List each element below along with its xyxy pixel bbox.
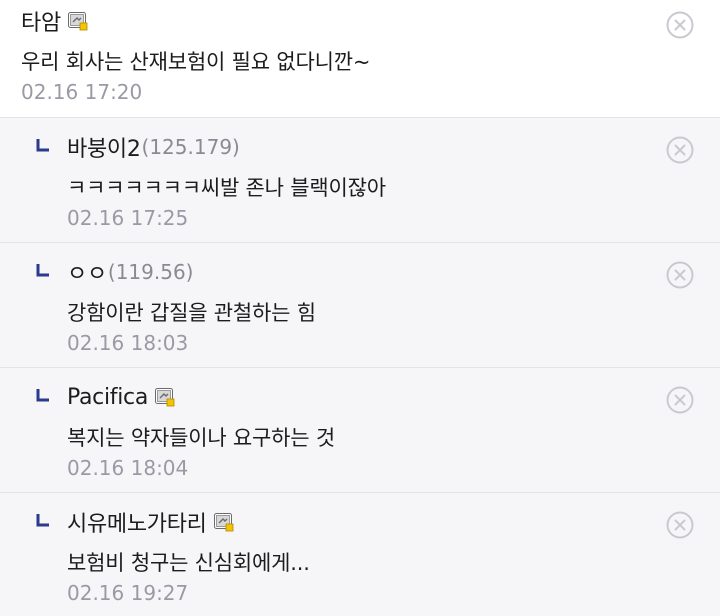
comment-header: ㅇㅇ (119.56) (67, 257, 193, 287)
comment-text: 복지는 약자들이나 요구하는 것 (67, 426, 335, 450)
comment-nickname[interactable]: 바붕이2 (67, 131, 141, 163)
comment-nickname[interactable]: Pacifica (67, 385, 148, 410)
reply-arrow-icon (36, 513, 50, 527)
reply-item: 시유메노가타리 보험비 청구는 신심회에게... 02.16 19:27 (0, 493, 720, 616)
reply-arrow-icon (36, 388, 50, 402)
comment-nickname[interactable]: 시유메노가타리 (67, 506, 207, 538)
fixed-nick-badge-icon (213, 512, 234, 532)
comment-timestamp: 02.16 17:25 (67, 206, 189, 230)
comment-header: 바붕이2 (125.179) (67, 132, 240, 162)
comment-ip: (125.179) (141, 135, 240, 159)
circle-x-icon[interactable] (666, 261, 694, 289)
fixed-nick-badge-icon (155, 387, 175, 407)
circle-x-icon[interactable] (666, 11, 694, 39)
comment-header: Pacifica (67, 382, 175, 412)
comment-header: 시유메노가타리 (67, 507, 234, 537)
comment-text: 보험비 청구는 신심회에게... (67, 551, 310, 575)
comment-ip: (119.56) (107, 260, 194, 284)
circle-x-icon[interactable] (666, 386, 694, 414)
fixed-nick-badge-icon (67, 11, 88, 31)
comment-text: ㅋㅋㅋㅋㅋㅋㅋ씨발 존나 블랙이잖아 (67, 176, 386, 200)
comment-timestamp: 02.16 18:03 (67, 331, 189, 355)
comment-nickname[interactable]: ㅇㅇ (67, 256, 107, 288)
reply-item: ㅇㅇ (119.56) 강함이란 갑질을 관철하는 힘 02.16 18:03 (0, 243, 720, 368)
reply-arrow-icon (36, 138, 50, 152)
comment-nickname[interactable]: 타암 (21, 5, 61, 37)
comment-item: 타암 우리 회사는 산재보험이 필요 없다니깐~ 02.16 17:20 (0, 0, 720, 118)
circle-x-icon[interactable] (666, 511, 694, 539)
comment-timestamp: 02.16 18:04 (67, 456, 189, 480)
comment-header: 타암 (21, 6, 88, 36)
comment-timestamp: 02.16 17:20 (21, 80, 143, 104)
reply-arrow-icon (36, 263, 50, 277)
comment-text: 우리 회사는 산재보험이 필요 없다니깐~ (21, 50, 371, 74)
comment-list: 타암 우리 회사는 산재보험이 필요 없다니깐~ 02.16 17:20 바붕이… (0, 0, 720, 616)
reply-item: 바붕이2 (125.179) ㅋㅋㅋㅋㅋㅋㅋ씨발 존나 블랙이잖아 02.16 … (0, 118, 720, 243)
reply-item: Pacifica 복지는 약자들이나 요구하는 것 02.16 18:04 (0, 368, 720, 493)
comment-text: 강함이란 갑질을 관철하는 힘 (67, 301, 316, 325)
comment-timestamp: 02.16 19:27 (67, 581, 189, 605)
circle-x-icon[interactable] (666, 136, 694, 164)
